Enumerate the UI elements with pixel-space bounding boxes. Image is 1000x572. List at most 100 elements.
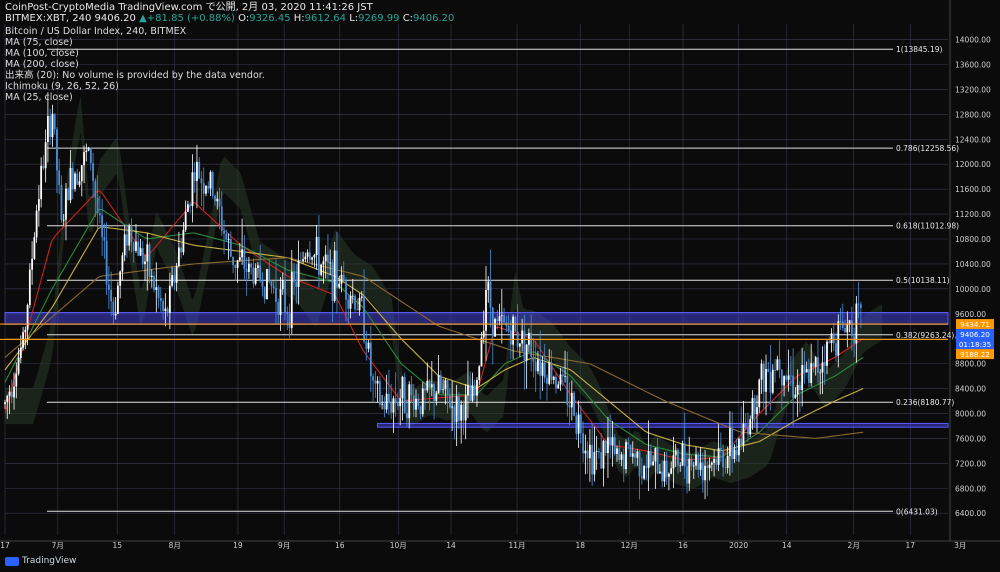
candle-body	[552, 376, 555, 381]
candle-body	[419, 405, 422, 415]
candle-body	[507, 325, 510, 331]
candle-body	[8, 391, 11, 397]
time-tick-label: 9月	[278, 541, 290, 550]
candle-body	[261, 280, 264, 287]
indicator-ma-25[interactable]: MA (25, close)	[5, 92, 73, 104]
candle-body	[117, 285, 119, 314]
candle-body	[683, 443, 686, 467]
candle-body	[713, 459, 715, 463]
time-tick-label: 3月	[954, 541, 966, 550]
candle-body	[327, 254, 329, 263]
candle-body	[593, 451, 596, 475]
candle-body	[47, 116, 49, 143]
candle-body	[695, 454, 697, 466]
candle-body	[360, 296, 363, 298]
candle-body	[704, 465, 706, 481]
tradingview-logo[interactable]: TradingView	[5, 556, 76, 566]
candle-body	[139, 248, 142, 256]
candle-body	[308, 252, 311, 260]
candle-body	[381, 403, 384, 405]
price-tick-label: 11600.00	[955, 185, 991, 194]
candle-body	[351, 295, 354, 297]
footer-bar	[0, 552, 1000, 572]
candle-body	[162, 300, 164, 311]
candle-body	[753, 397, 756, 415]
indicator-ichimoku[interactable]: Ichimoku (9, 26, 52, 26)	[5, 81, 119, 93]
candle-body	[345, 280, 347, 300]
up-arrow-icon: ▲	[139, 13, 147, 24]
candle-body	[686, 466, 688, 484]
candle-body	[579, 414, 582, 434]
fib-label: 0.786(12258.56)	[896, 144, 959, 153]
candle-body	[182, 229, 185, 253]
candle-body	[385, 393, 388, 410]
candle-body	[728, 428, 731, 456]
candle-body	[311, 257, 314, 260]
candle-body	[324, 254, 327, 262]
candle-body	[177, 247, 180, 267]
candle-body	[378, 380, 381, 405]
candle-body	[293, 272, 295, 282]
candle-body	[613, 437, 616, 454]
candle-body	[611, 437, 614, 446]
chart-window: 1(13845.19) 0.786(12258.56) 0.618(11012.98…	[0, 0, 1000, 572]
candle-body	[329, 262, 332, 264]
candle-body	[458, 396, 460, 421]
candle-body	[494, 319, 496, 337]
time-tick-label: 2020	[729, 541, 748, 550]
symbol-label[interactable]: BITMEX:XBT, 240	[5, 13, 91, 24]
candle-body	[643, 466, 645, 479]
indicator-ma-100[interactable]: MA (100, close)	[5, 48, 79, 60]
indicator-volume[interactable]: 出来高 (20): No volume is provided by the d…	[5, 70, 265, 82]
candle-body	[268, 269, 271, 282]
candle-body	[49, 116, 52, 138]
candle-body	[679, 465, 682, 467]
candle-body	[157, 287, 160, 298]
candle-body	[259, 265, 262, 281]
candle-body	[358, 297, 361, 311]
candle-body	[616, 448, 618, 454]
candle-body	[530, 332, 533, 357]
candle-body	[114, 313, 117, 316]
price-tag-label: 9188.22	[960, 350, 990, 359]
candle-body	[166, 308, 169, 314]
candle-body	[645, 466, 648, 468]
candle-body	[247, 263, 250, 272]
candle-body	[297, 260, 300, 288]
price-chart[interactable]: 1(13845.19) 0.786(12258.56) 0.618(11012.98…	[0, 0, 1000, 572]
candle-body	[31, 258, 33, 270]
candle-body	[412, 395, 415, 410]
candle-body	[254, 267, 257, 284]
candle-body	[232, 256, 234, 266]
indicator-main-series[interactable]: Bitcoin / US Dollar Index, 240, BITMEX	[5, 26, 186, 38]
candle-body	[112, 301, 115, 316]
indicator-ma-200[interactable]: MA (200, close)	[5, 59, 79, 71]
indicator-ma-75[interactable]: MA (75, close)	[5, 37, 73, 49]
candle-body	[193, 172, 196, 181]
candle-body	[236, 260, 239, 268]
candle-body	[263, 286, 266, 300]
candle-body	[575, 415, 578, 434]
time-tick-label: 16	[678, 541, 688, 550]
candle-body	[150, 275, 153, 278]
candle-body	[706, 465, 709, 469]
candle-body	[634, 453, 636, 458]
candle-body	[153, 275, 155, 290]
candle-body	[744, 423, 747, 427]
candle-body	[390, 402, 393, 413]
candle-body	[408, 384, 411, 419]
candle-body	[284, 280, 286, 312]
candle-body	[220, 206, 223, 231]
price-tick-label: 7600.00	[955, 434, 986, 443]
candle-body	[839, 321, 842, 322]
candle-body	[801, 365, 804, 391]
candle-body	[227, 239, 230, 240]
candle-body	[435, 393, 438, 402]
candle-body	[656, 447, 659, 474]
candle-body	[392, 398, 395, 413]
candle-body	[101, 215, 104, 238]
candle-body	[98, 212, 101, 216]
candle-body	[58, 170, 61, 186]
candle-body	[180, 247, 183, 253]
candle-body	[130, 226, 133, 243]
